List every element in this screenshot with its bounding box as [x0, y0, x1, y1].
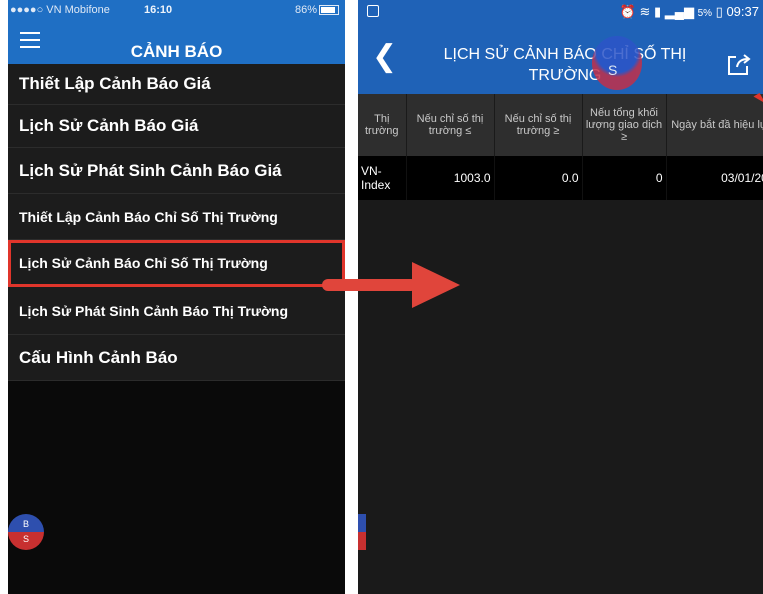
buy-sell-button-edge[interactable]: [358, 514, 366, 550]
title-line-2: TRƯỜNG: [528, 67, 602, 84]
back-icon[interactable]: ❮: [372, 42, 397, 72]
table-header-row: Thị trường Nếu chỉ số thị trường ≤ Nếu c…: [358, 94, 763, 156]
share-icon[interactable]: [726, 52, 752, 76]
battery-indicator: 86%: [295, 4, 339, 16]
alert-menu: Thiết Lập Cảnh Báo Giá Lịch Sử Cảnh Báo …: [8, 64, 345, 381]
signal-icon: ▂▄▆: [664, 4, 694, 19]
column-header-start-date: Ngày bắt đầ hiệu lực: [666, 94, 763, 156]
buy-sell-button[interactable]: B S: [8, 514, 44, 550]
floating-buy-sell-button[interactable]: S: [592, 36, 642, 90]
menu-item-market-index-alert-setup[interactable]: Thiết Lập Cảnh Báo Chỉ Số Thị Trường: [8, 194, 345, 240]
cell-market: VN-Index: [358, 156, 407, 200]
android-app-bar: ❮ LỊCH SỬ CẢNH BÁO CHỈ SỐ THỊ TRƯỜNG: [358, 24, 763, 94]
android-status-bar: ⏰ ≋ ▮ ▂▄▆ 5% ▯ 09:37: [358, 0, 763, 24]
menu-item-market-alert-trigger-history[interactable]: Lịch Sử Phát Sinh Cảnh Báo Thị Trường: [8, 287, 345, 335]
sim-icon: ▮: [653, 4, 662, 19]
cell-start-date: 03/01/201: [666, 156, 763, 200]
column-header-volume-gte: Nếu tổng khối lượng giao dịch ≥: [582, 94, 667, 156]
menu-item-market-index-alert-history[interactable]: Lịch Sử Cảnh Báo Chỉ Số Thị Trường: [8, 240, 345, 287]
menu-item-price-alert-trigger-history[interactable]: Lịch Sử Phát Sinh Cảnh Báo Giá: [8, 148, 345, 194]
signal-percent: 5%: [697, 8, 713, 19]
status-time: 09:37: [726, 4, 759, 19]
status-time: 16:10: [144, 4, 173, 16]
sell-label: S: [608, 62, 618, 78]
title-line-1: LỊCH SỬ CẢNH BÁO CHỈ SỐ THỊ: [443, 46, 687, 63]
menu-item-alert-config[interactable]: Cấu Hình Cảnh Báo: [8, 335, 345, 381]
carrier-label: ●●●●○ VN Mobifone: [10, 4, 110, 16]
status-icons: ⏰ ≋ ▮ ▂▄▆ 5% ▯ 09:37: [620, 4, 759, 20]
alarm-icon: ⏰: [619, 4, 636, 19]
table-row[interactable]: VN-Index 1003.0 0.0 0 03/01/201: [358, 156, 763, 200]
column-header-index-gte: Nếu chỉ số thị trường ≥: [494, 94, 583, 156]
buy-label: B: [8, 514, 44, 532]
alert-history-table: Thị trường Nếu chỉ số thị trường ≤ Nếu c…: [358, 94, 763, 200]
menu-item-price-alert-setup[interactable]: Thiết Lập Cảnh Báo Giá: [8, 64, 345, 105]
ios-status-bar: ●●●●○ VN Mobifone 16:10 86%: [8, 0, 345, 20]
menu-item-price-alert-history[interactable]: Lịch Sử Cảnh Báo Giá: [8, 105, 345, 148]
battery-icon: ▯: [715, 4, 723, 19]
column-header-market: Thị trường: [358, 94, 407, 156]
battery-percent: 86%: [294, 4, 317, 16]
cell-index-lte: 1003.0: [406, 156, 495, 200]
cell-volume-gte: 0: [582, 156, 667, 200]
ios-screen: ●●●●○ VN Mobifone 16:10 86% CẢNH BÁO Thi…: [8, 0, 345, 594]
ios-nav-bar: CẢNH BÁO: [8, 20, 345, 64]
column-header-index-lte: Nếu chỉ số thị trường ≤: [406, 94, 495, 156]
battery-icon: [319, 5, 339, 16]
annotation-arrow: [322, 262, 460, 308]
cell-index-gte: 0.0: [494, 156, 583, 200]
gallery-icon: [367, 5, 379, 17]
sell-label: S: [8, 532, 44, 550]
wifi-icon: ≋: [639, 4, 651, 19]
page-title: CẢNH BÁO: [130, 42, 223, 61]
page-title: LỊCH SỬ CẢNH BÁO CHỈ SỐ THỊ TRƯỜNG: [420, 44, 710, 86]
